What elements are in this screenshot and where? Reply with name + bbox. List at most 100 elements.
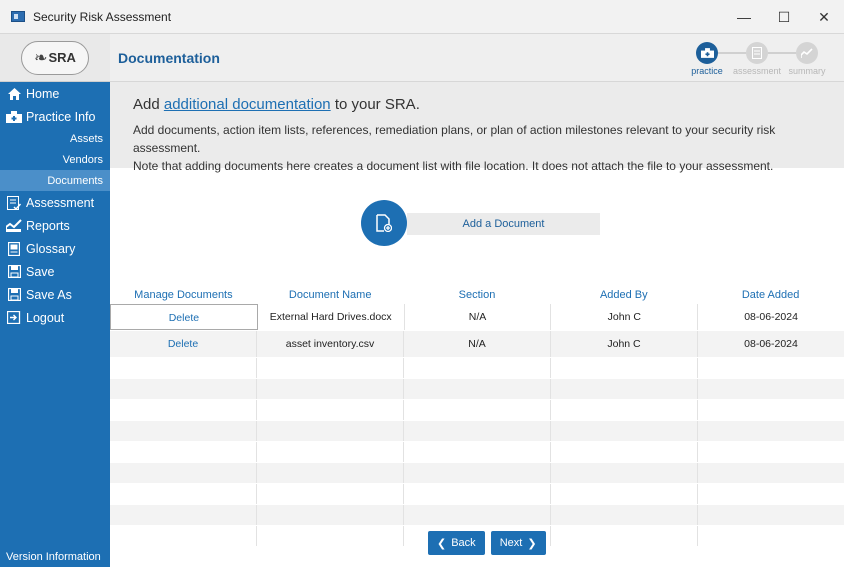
sidebar-item-save-as[interactable]: Save As xyxy=(0,283,110,306)
empty-row xyxy=(110,442,844,463)
window-titlebar: Security Risk Assessment — ☐ ✕ xyxy=(0,0,844,34)
info-panel: Add additional documentation to your SRA… xyxy=(110,82,844,173)
sidebar-item-home[interactable]: Home xyxy=(0,82,110,105)
empty-row xyxy=(110,484,844,505)
step-label: practice xyxy=(691,66,723,76)
empty-cell xyxy=(404,421,551,441)
date-added-cell: 08-06-2024 xyxy=(744,311,798,323)
table-row[interactable]: Delete asset inventory.csv N/A John C 08… xyxy=(110,331,844,358)
empty-cell xyxy=(404,358,551,378)
reports-icon xyxy=(6,218,22,234)
empty-cell xyxy=(698,421,844,441)
additional-documentation-link[interactable]: additional documentation xyxy=(164,96,331,113)
add-document-button[interactable]: Add a Document xyxy=(407,213,600,235)
document-name-cell: External Hard Drives.docx xyxy=(258,304,405,330)
empty-cell xyxy=(257,379,404,399)
sidebar-item-label: Save As xyxy=(26,287,72,302)
add-document-icon[interactable] xyxy=(361,200,407,246)
sra-logo: ❧ SRA xyxy=(21,40,89,75)
empty-cell xyxy=(698,358,844,378)
wizard-navigation: ❮ Back Next ❯ xyxy=(428,531,546,555)
empty-cell xyxy=(551,358,698,378)
glossary-icon xyxy=(6,241,22,257)
page-header: Documentation practice assessment summar… xyxy=(110,34,844,82)
empty-cell xyxy=(551,421,698,441)
empty-cell xyxy=(551,526,698,546)
delete-button[interactable]: Delete xyxy=(110,304,258,330)
empty-cell xyxy=(551,505,698,525)
column-header: Section xyxy=(458,289,496,301)
maximize-button[interactable]: ☐ xyxy=(764,0,804,34)
empty-row xyxy=(110,358,844,379)
empty-cell xyxy=(551,442,698,462)
sidebar-item-reports[interactable]: Reports xyxy=(0,214,110,237)
empty-cell xyxy=(698,400,844,420)
empty-cell xyxy=(551,484,698,504)
column-header: Document Name xyxy=(288,289,372,301)
back-button[interactable]: ❮ Back xyxy=(428,531,485,555)
added-by-cell: John C xyxy=(551,304,699,330)
empty-cell xyxy=(257,421,404,441)
sidebar-item-label: Reports xyxy=(26,218,70,233)
next-button[interactable]: Next ❯ xyxy=(490,531,546,555)
empty-cell xyxy=(551,400,698,420)
sidebar-item-logout[interactable]: Logout xyxy=(0,306,110,329)
empty-cell xyxy=(257,358,404,378)
empty-cell xyxy=(110,379,257,399)
empty-cell xyxy=(551,379,698,399)
empty-cell xyxy=(110,463,257,483)
step-assessment[interactable]: assessment xyxy=(732,42,782,76)
sidebar-nav: Home Practice Info Assets Vendors Docume… xyxy=(0,82,110,329)
sidebar-item-glossary[interactable]: Glossary xyxy=(0,237,110,260)
chevron-right-icon: ❯ xyxy=(527,537,537,550)
empty-cell xyxy=(257,505,404,525)
summary-step-icon xyxy=(796,42,818,64)
step-summary[interactable]: summary xyxy=(782,42,832,76)
sidebar-item-label: Practice Info xyxy=(26,109,96,124)
assessment-icon xyxy=(6,195,22,211)
version-information-link[interactable]: Version Information xyxy=(6,551,101,563)
column-header: Date Added xyxy=(741,289,800,301)
step-practice[interactable]: practice xyxy=(682,42,732,76)
delete-button[interactable]: Delete xyxy=(110,331,257,357)
sidebar-item-vendors[interactable]: Vendors xyxy=(0,149,110,170)
headline-prefix: Add xyxy=(133,96,164,113)
date-added-cell: 08-06-2024 xyxy=(744,338,798,350)
empty-cell xyxy=(698,526,844,546)
empty-cell xyxy=(698,379,844,399)
chevron-left-icon: ❮ xyxy=(437,537,447,550)
empty-cell xyxy=(404,463,551,483)
info-line-2: Note that adding documents here creates … xyxy=(133,159,774,173)
empty-row xyxy=(110,379,844,400)
sidebar-item-assessment[interactable]: Assessment xyxy=(0,191,110,214)
table-header: Manage Documents Document Name Section A… xyxy=(110,286,844,304)
document-name-cell: asset inventory.csv xyxy=(257,331,404,357)
page-title: Documentation xyxy=(118,50,220,66)
logo-area: ❧ SRA xyxy=(0,34,110,82)
sidebar-item-label: Logout xyxy=(26,310,65,325)
sidebar-item-assets[interactable]: Assets xyxy=(0,128,110,149)
empty-cell xyxy=(257,442,404,462)
practice-icon xyxy=(6,109,22,125)
empty-cell xyxy=(404,505,551,525)
eagle-icon: ❧ xyxy=(34,49,48,67)
empty-row xyxy=(110,400,844,421)
step-label: summary xyxy=(788,66,826,76)
section-cell: N/A xyxy=(404,331,551,357)
sidebar-item-save[interactable]: Save xyxy=(0,260,110,283)
info-headline: Add additional documentation to your SRA… xyxy=(133,96,844,113)
sidebar-item-practice-info[interactable]: Practice Info xyxy=(0,105,110,128)
home-icon xyxy=(6,86,22,102)
table-row[interactable]: Delete External Hard Drives.docx N/A Joh… xyxy=(110,304,844,331)
empty-cell xyxy=(110,421,257,441)
empty-cell xyxy=(110,442,257,462)
empty-cell xyxy=(698,463,844,483)
empty-cell xyxy=(404,484,551,504)
minimize-button[interactable]: — xyxy=(724,0,764,34)
sidebar-item-documents[interactable]: Documents xyxy=(0,170,110,191)
documents-table: Manage Documents Document Name Section A… xyxy=(110,286,844,547)
headline-suffix: to your SRA. xyxy=(330,96,420,113)
close-button[interactable]: ✕ xyxy=(804,0,844,34)
empty-cell xyxy=(698,505,844,525)
empty-cell xyxy=(257,463,404,483)
